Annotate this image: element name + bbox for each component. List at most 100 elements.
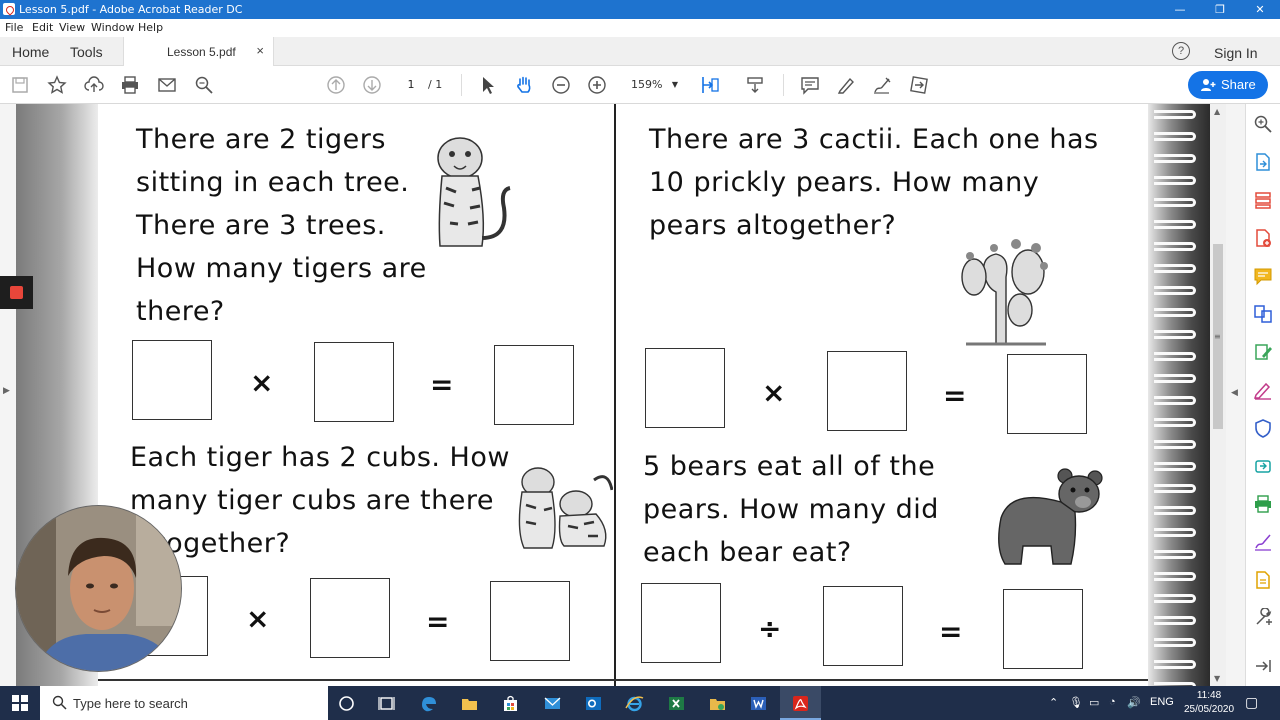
left-pane-toggle[interactable]: ▶ xyxy=(0,104,16,686)
save-icon[interactable] xyxy=(10,75,30,95)
answer-box[interactable] xyxy=(823,586,903,666)
next-page-icon[interactable] xyxy=(362,75,382,95)
page-bottom-line xyxy=(98,679,1148,681)
maximize-button[interactable]: ❐ xyxy=(1200,0,1240,19)
volume-icon[interactable]: 🔊 xyxy=(1127,696,1141,709)
spiral-coil xyxy=(1154,286,1196,295)
cortana-icon[interactable] xyxy=(326,686,367,720)
edge-browser-icon[interactable] xyxy=(408,686,449,720)
export-pdf-icon[interactable] xyxy=(1253,152,1273,172)
tray-chevron-up-icon[interactable]: ⌃ xyxy=(1049,696,1058,709)
system-clock[interactable]: 11:48 25/05/2020 xyxy=(1184,689,1234,717)
email-icon[interactable] xyxy=(157,75,177,95)
answer-box[interactable] xyxy=(827,351,907,431)
help-icon[interactable]: ? xyxy=(1172,42,1190,60)
find-zoom-icon[interactable] xyxy=(194,75,214,95)
network-icon[interactable]: ◔ xyxy=(1109,696,1116,708)
store-icon[interactable] xyxy=(490,686,531,720)
internet-explorer-icon[interactable] xyxy=(614,686,655,720)
battery-icon[interactable]: ▭ xyxy=(1089,696,1099,709)
share-button[interactable]: Share xyxy=(1188,71,1268,99)
more-tools-icon[interactable] xyxy=(909,75,929,95)
word-icon[interactable] xyxy=(738,686,779,720)
outlook-icon[interactable] xyxy=(573,686,614,720)
close-tab-icon[interactable]: × xyxy=(256,43,264,58)
answer-box[interactable] xyxy=(132,340,212,420)
zoom-dropdown[interactable]: 159% ▼ xyxy=(621,75,681,95)
fill-sign-icon[interactable] xyxy=(1253,380,1273,400)
create-pdf-icon[interactable] xyxy=(1253,228,1273,248)
sign-in-link[interactable]: Sign In xyxy=(1214,45,1258,61)
mail-icon[interactable] xyxy=(532,686,573,720)
spiral-coil xyxy=(1154,330,1196,339)
equals-sign: = xyxy=(939,615,963,648)
answer-box[interactable] xyxy=(645,348,725,428)
close-window-button[interactable]: ✕ xyxy=(1240,0,1280,19)
scroll-down-icon[interactable]: ▼ xyxy=(1214,674,1220,683)
microphone-icon[interactable]: 🎙 xyxy=(1069,696,1083,709)
zoom-in-icon[interactable] xyxy=(587,75,607,95)
answer-box[interactable] xyxy=(314,342,394,422)
organize-pages-icon[interactable] xyxy=(1253,190,1273,210)
answer-box[interactable] xyxy=(1003,589,1083,669)
select-cursor-icon[interactable] xyxy=(478,75,498,95)
vertical-scrollbar[interactable]: ▲ ≡ ▼ xyxy=(1210,104,1226,686)
send-track-icon[interactable] xyxy=(1253,456,1273,476)
language-indicator[interactable]: ENG xyxy=(1150,696,1174,708)
scroll-mode-icon[interactable] xyxy=(745,75,765,95)
edit-pdf-icon[interactable] xyxy=(1253,342,1273,362)
zoom-out-icon[interactable] xyxy=(551,75,571,95)
answer-box[interactable] xyxy=(310,578,390,658)
taskbar-search-box[interactable]: Type here to search xyxy=(40,686,328,720)
signature-icon[interactable] xyxy=(1253,532,1273,552)
answer-box[interactable] xyxy=(494,345,574,425)
task-view-icon[interactable] xyxy=(366,686,407,720)
page-number-input[interactable]: 1 xyxy=(396,75,426,95)
excel-icon[interactable] xyxy=(656,686,697,720)
taskbar-search-placeholder: Type here to search xyxy=(73,696,188,711)
answer-box[interactable] xyxy=(1007,354,1087,434)
answer-box[interactable] xyxy=(490,581,570,661)
protect-shield-icon[interactable] xyxy=(1253,418,1273,438)
comment-pane-icon[interactable] xyxy=(1253,266,1273,286)
windows-start-icon[interactable] xyxy=(12,695,28,711)
menu-help[interactable]: Help xyxy=(138,21,163,34)
customize-tools-icon[interactable] xyxy=(1253,607,1273,628)
spiral-coil xyxy=(1154,154,1196,163)
upload-cloud-icon[interactable] xyxy=(84,75,104,95)
add-person-icon xyxy=(1201,79,1216,91)
tab-home[interactable]: Home xyxy=(12,44,49,60)
answer-box[interactable] xyxy=(641,583,721,663)
print-production-icon[interactable] xyxy=(1253,494,1273,514)
comment-icon[interactable] xyxy=(800,75,820,95)
search-icon xyxy=(52,695,67,710)
menu-window[interactable]: Window xyxy=(91,21,134,34)
recording-indicator[interactable] xyxy=(0,276,33,309)
document-viewport[interactable]: ▶ There are 2 tigers sitting in each tre… xyxy=(0,104,1245,686)
menu-view[interactable]: View xyxy=(59,21,85,34)
previous-page-icon[interactable] xyxy=(326,75,346,95)
scroll-up-icon[interactable]: ▲ xyxy=(1214,107,1220,116)
tab-document[interactable]: Lesson 5.pdf × xyxy=(123,37,274,67)
search-icon[interactable] xyxy=(1253,114,1273,134)
collapse-pane-icon[interactable] xyxy=(1253,656,1273,676)
zoom-value: 159% xyxy=(631,78,663,91)
menu-file[interactable]: File xyxy=(5,21,23,34)
acrobat-taskbar-icon[interactable] xyxy=(780,686,821,720)
bookmark-star-icon[interactable] xyxy=(47,75,67,95)
folder-icon[interactable] xyxy=(697,686,738,720)
file-explorer-icon[interactable] xyxy=(449,686,490,720)
fit-page-icon[interactable] xyxy=(700,75,720,95)
right-pane-toggle[interactable]: ◀ xyxy=(1226,104,1245,686)
print-icon[interactable] xyxy=(120,75,140,95)
highlight-pen-icon[interactable] xyxy=(836,75,856,95)
prepare-form-icon[interactable] xyxy=(1253,570,1273,590)
sign-icon[interactable] xyxy=(872,75,892,95)
tab-tools[interactable]: Tools xyxy=(70,44,103,60)
minimize-button[interactable]: — xyxy=(1160,0,1200,19)
notifications-icon[interactable]: ▢ xyxy=(1245,694,1258,711)
menu-edit[interactable]: Edit xyxy=(32,21,53,34)
combine-files-icon[interactable] xyxy=(1253,304,1273,324)
equals-sign: = xyxy=(426,605,450,638)
hand-tool-icon[interactable] xyxy=(514,75,534,95)
